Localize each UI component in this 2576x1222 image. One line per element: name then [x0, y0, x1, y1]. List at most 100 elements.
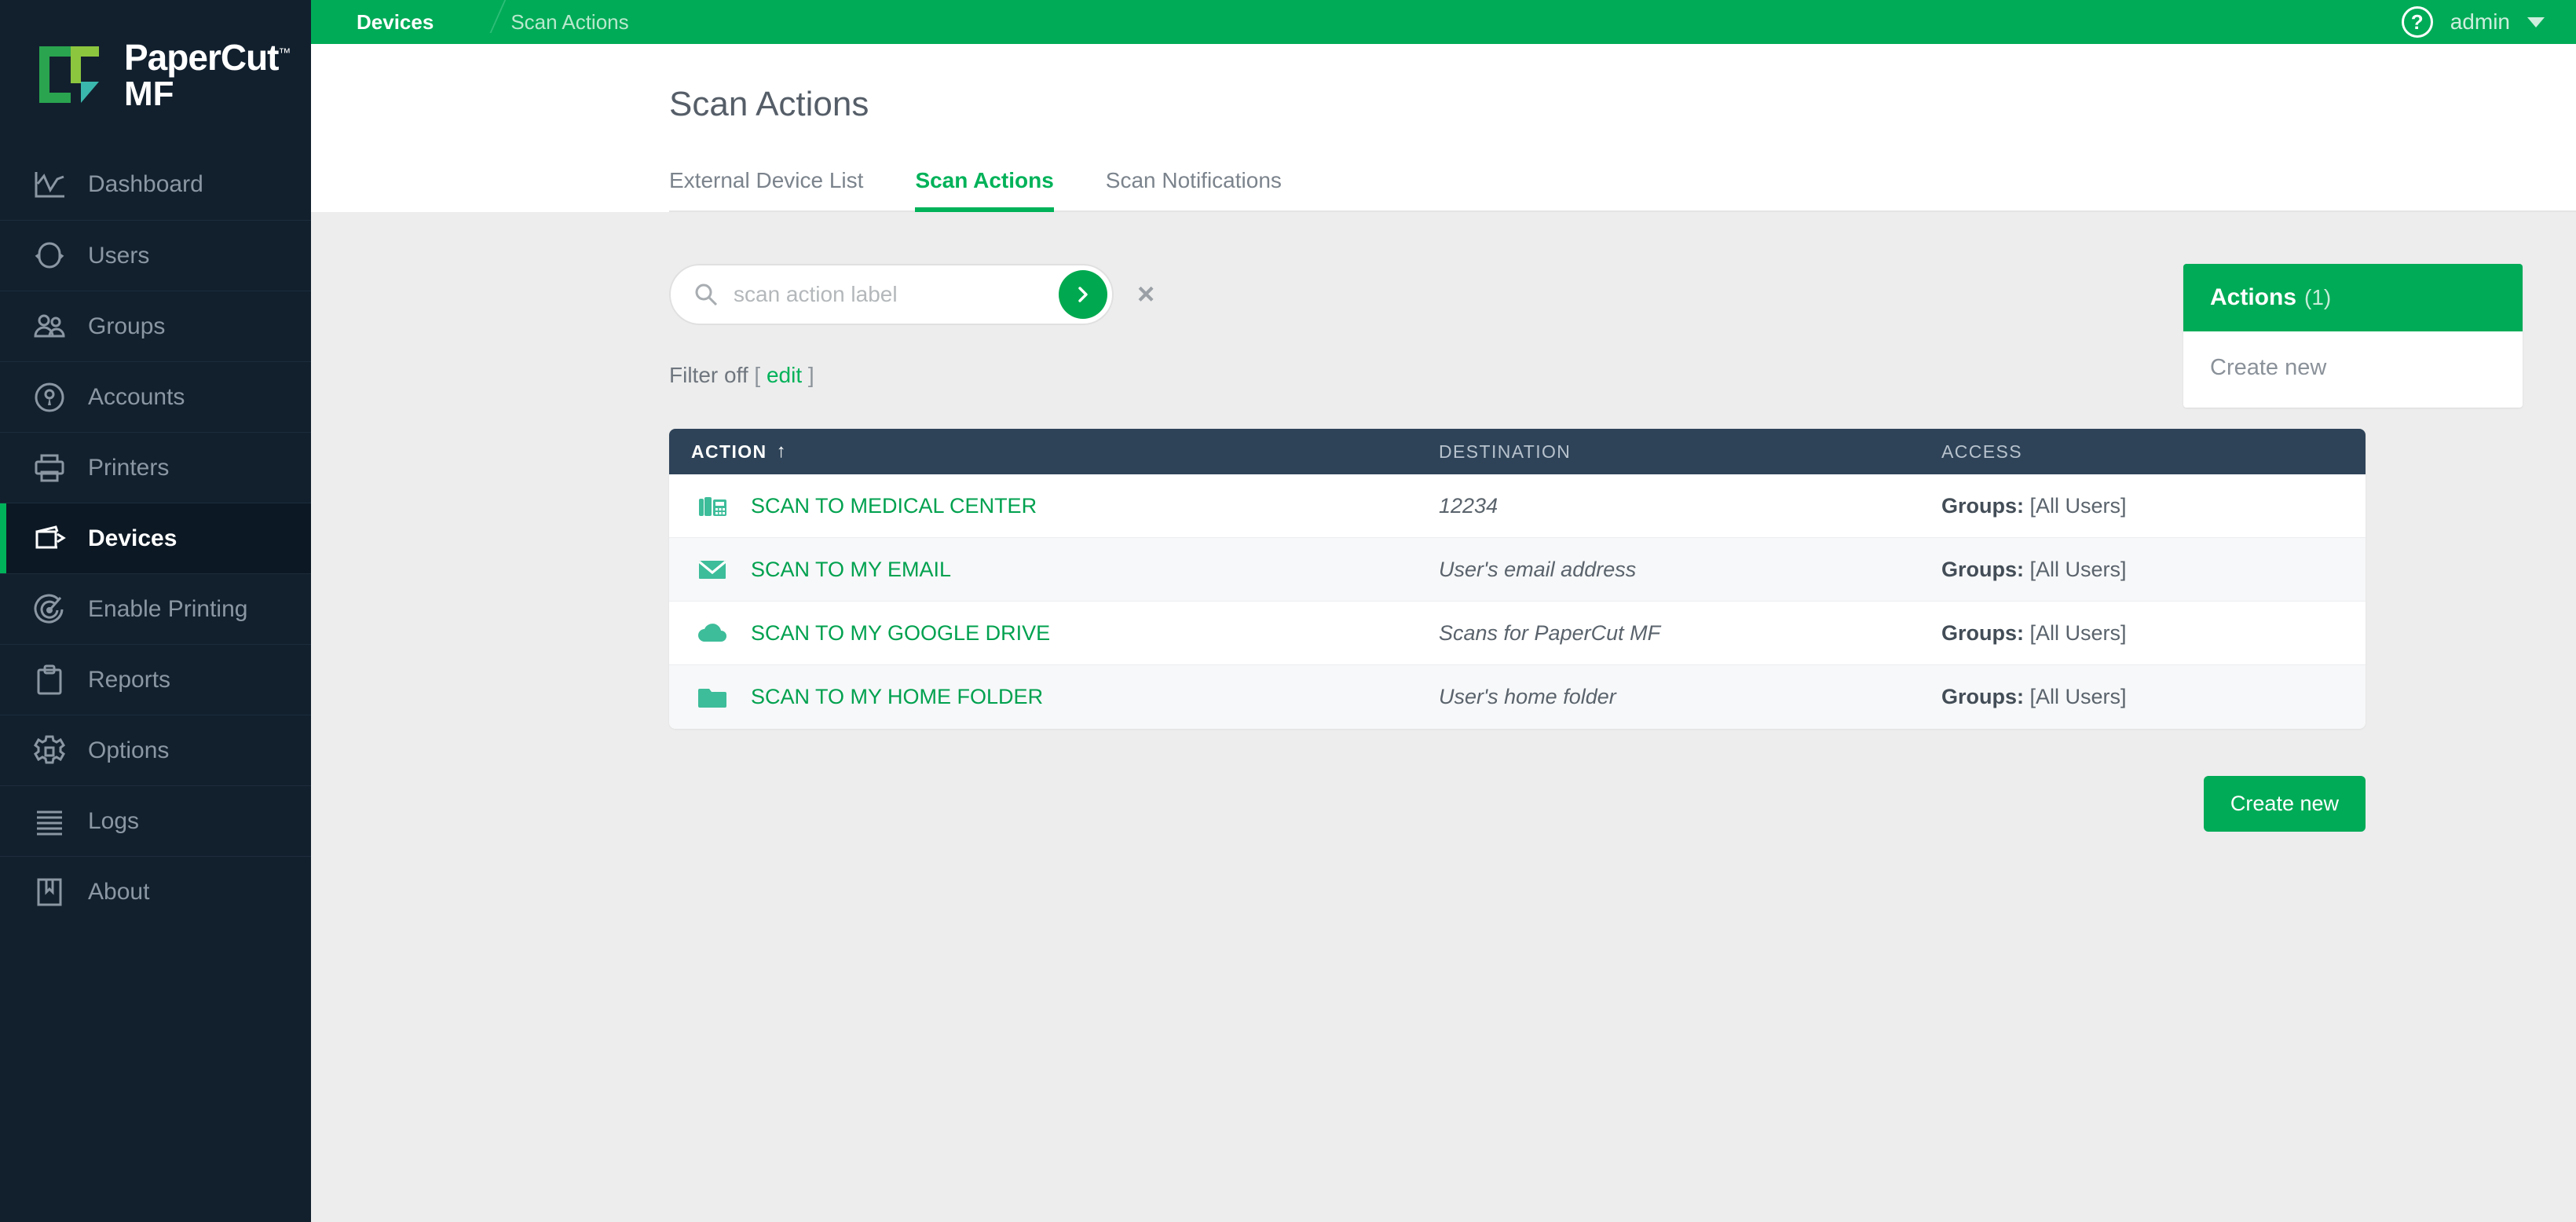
sidebar-item-label: About: [88, 878, 150, 905]
help-circle-icon[interactable]: ?: [2401, 6, 2433, 38]
access-groups: [All Users]: [2029, 620, 2127, 645]
chart-line-icon: [31, 166, 74, 203]
sidebar-item-logs[interactable]: Logs: [0, 785, 311, 856]
column-header-action[interactable]: ACTION ↑: [669, 441, 1439, 463]
table-row[interactable]: SCAN TO MY GOOGLE DRIVE Scans for PaperC…: [669, 602, 2366, 665]
filter-bracket-open: [: [754, 363, 761, 387]
table-cell-action: SCAN TO MEDICAL CENTER: [669, 488, 1439, 524]
actions-sidebar: Actions (1) Create new: [2136, 212, 2576, 1222]
content-main-column: × Filter off [ edit ] ACTION ↑ DESTINATI…: [311, 212, 2366, 1222]
sidebar-item-label: Accounts: [88, 383, 185, 410]
filter-status-label: Filter off: [669, 363, 748, 387]
sidebar-item-dashboard[interactable]: Dashboard: [0, 149, 311, 220]
sidebar-item-label: Users: [88, 242, 150, 269]
sidebar-item-users[interactable]: Users: [0, 220, 311, 291]
scan-action-link[interactable]: SCAN TO MY GOOGLE DRIVE: [751, 621, 1050, 646]
sidebar-item-enable-printing[interactable]: Enable Printing: [0, 573, 311, 644]
scan-action-link[interactable]: SCAN TO MY EMAIL: [751, 558, 951, 582]
actions-panel-title: Actions: [2210, 284, 2297, 310]
tab-external-device-list[interactable]: External Device List: [669, 168, 863, 210]
actions-panel: Actions (1) Create new: [2183, 264, 2523, 408]
tab-scan-actions[interactable]: Scan Actions: [915, 168, 1055, 212]
sidebar-item-printers[interactable]: Printers: [0, 432, 311, 503]
destination-value: User's home folder: [1439, 685, 1616, 708]
access-groups: [All Users]: [2029, 493, 2127, 518]
destination-value: Scans for PaperCut MF: [1439, 620, 1661, 645]
scan-action-link[interactable]: SCAN TO MY HOME FOLDER: [751, 685, 1043, 709]
top-bar-right: ? admin: [2401, 6, 2545, 38]
lines-list-icon: [31, 803, 74, 840]
access-value: Groups: [All Users]: [1941, 558, 2127, 582]
access-label: Groups:: [1941, 557, 2024, 581]
sidebar-item-options[interactable]: Options: [0, 715, 311, 785]
brand-name: PaperCut: [124, 36, 279, 78]
filter-edit-link[interactable]: edit: [767, 363, 802, 387]
access-value: Groups: [All Users]: [1941, 494, 2127, 518]
sidebar-item-label: Groups: [88, 313, 166, 339]
destination-value: 12234: [1439, 493, 1498, 518]
create-new-row: Create new: [669, 776, 2366, 832]
search-row: ×: [669, 264, 2136, 325]
book-bookmark-icon: [31, 874, 74, 910]
clipboard-icon: [31, 662, 74, 698]
table-cell-action: SCAN TO MY GOOGLE DRIVE: [669, 615, 1439, 651]
sidebar-item-label: Dashboard: [88, 171, 203, 197]
sidebar: PaperCut™ MF Dashboard Users Groups Acco…: [0, 0, 311, 1222]
sidebar-item-devices[interactable]: Devices: [0, 503, 311, 573]
search-input[interactable]: [724, 282, 1059, 307]
access-groups: [All Users]: [2029, 685, 2127, 708]
search-submit-button[interactable]: [1059, 270, 1107, 319]
top-bar: Devices Scan Actions ? admin: [311, 0, 2576, 44]
main-area: Devices Scan Actions ? admin Scan Action…: [311, 0, 2576, 1222]
breadcrumb-separator-icon: [456, 0, 484, 44]
access-label: Groups:: [1941, 685, 2024, 708]
table-header-row: ACTION ↑ DESTINATION ACCESS: [669, 429, 2366, 474]
column-header-action-label: ACTION: [691, 441, 767, 462]
table-row[interactable]: SCAN TO MY HOME FOLDER User's home folde…: [669, 665, 2366, 729]
breadcrumb-item-devices[interactable]: Devices: [311, 0, 434, 44]
access-groups: [All Users]: [2029, 557, 2127, 581]
scan-action-link[interactable]: SCAN TO MEDICAL CENTER: [751, 494, 1037, 518]
breadcrumb-item-scan-actions[interactable]: Scan Actions: [484, 0, 628, 44]
filter-bracket-close: ]: [807, 363, 814, 387]
table-cell-destination: 12234: [1439, 494, 1941, 518]
app-root: PaperCut™ MF Dashboard Users Groups Acco…: [0, 0, 2576, 1222]
sidebar-item-label: Reports: [88, 666, 171, 693]
search-box: [669, 264, 1114, 325]
destination-value: User's email address: [1439, 557, 1637, 581]
access-value: Groups: [All Users]: [1941, 621, 2127, 646]
table-cell-destination: User's email address: [1439, 558, 1941, 582]
chevron-down-icon[interactable]: [2527, 16, 2545, 27]
brand-trademark: ™: [278, 46, 291, 60]
power-radar-icon: [31, 591, 74, 627]
actions-create-new-link[interactable]: Create new: [2210, 355, 2326, 380]
access-label: Groups:: [1941, 620, 2024, 645]
actions-panel-header: Actions (1): [2183, 264, 2523, 331]
cloud-icon: [688, 615, 737, 651]
scan-actions-table: ACTION ↑ DESTINATION ACCESS SCAN TO MEDI…: [669, 429, 2366, 729]
admin-user-label[interactable]: admin: [2450, 9, 2510, 35]
sidebar-item-label: Devices: [88, 525, 177, 551]
actions-panel-count: (1): [2304, 285, 2332, 309]
search-clear-icon[interactable]: ×: [1137, 280, 1154, 309]
users-group-icon: [31, 309, 74, 345]
sidebar-item-label: Options: [88, 737, 170, 763]
envelope-icon: [688, 551, 737, 587]
sidebar-item-groups[interactable]: Groups: [0, 291, 311, 361]
device-copier-icon: [31, 521, 74, 557]
column-header-destination[interactable]: DESTINATION: [1439, 441, 1941, 463]
sidebar-item-accounts[interactable]: Accounts: [0, 361, 311, 432]
tab-scan-notifications[interactable]: Scan Notifications: [1106, 168, 1282, 210]
folder-icon: [688, 679, 737, 715]
actions-panel-body: Create new: [2183, 331, 2523, 408]
sort-asc-arrow-icon: ↑: [776, 441, 787, 462]
table-row[interactable]: SCAN TO MEDICAL CENTER 12234 Groups: [Al…: [669, 474, 2366, 538]
brand-logo[interactable]: PaperCut™ MF: [0, 0, 311, 149]
printer-icon: [31, 450, 74, 486]
sidebar-item-about[interactable]: About: [0, 856, 311, 927]
panel-spacer: [2183, 408, 2523, 423]
sidebar-item-label: Enable Printing: [88, 595, 248, 622]
access-label: Groups:: [1941, 493, 2024, 518]
table-row[interactable]: SCAN TO MY EMAIL User's email address Gr…: [669, 538, 2366, 602]
sidebar-item-reports[interactable]: Reports: [0, 644, 311, 715]
